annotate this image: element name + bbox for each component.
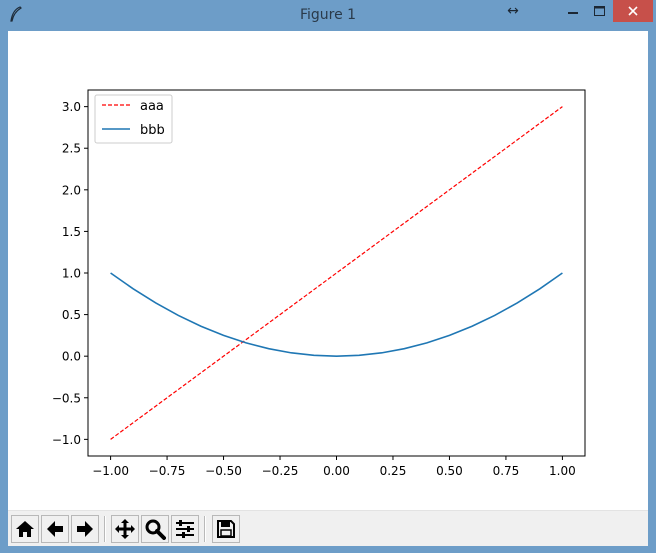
line-chart: −1.0 −0.5 0.0 0.5 1.0 1.5 2.0 2.5 3.0 −1.00 −0.75… xyxy=(52,89,586,478)
y-tick-label: 1.0 xyxy=(62,267,81,281)
x-tick-label: −0.25 xyxy=(262,464,299,478)
resize-icon[interactable]: ↔ xyxy=(498,0,528,22)
y-tick-label: 0.5 xyxy=(62,308,81,322)
y-tick-label: 2.0 xyxy=(62,183,81,197)
sliders-icon xyxy=(176,520,194,538)
magnifier-icon xyxy=(145,519,166,540)
x-tick-label: 0.50 xyxy=(436,464,463,478)
x-tick-label: 0.75 xyxy=(493,464,520,478)
floppy-disk-icon xyxy=(217,520,235,538)
x-tick-label: 0.00 xyxy=(323,464,350,478)
back-button[interactable] xyxy=(41,515,69,543)
y-tick-label: 0.0 xyxy=(62,350,81,364)
series-line-aaa xyxy=(110,106,563,440)
x-tick-label: −0.75 xyxy=(149,464,186,478)
close-button[interactable] xyxy=(613,0,653,22)
series-lines xyxy=(110,106,563,440)
figure-window: Figure 1 ↔ −1.0 −0.5 0.0 0.5 1.0 1.5 2.0 2.5 3.0… xyxy=(0,0,656,553)
y-tick-label: 3.0 xyxy=(62,100,81,114)
maximize-icon xyxy=(594,6,605,16)
maximize-button[interactable] xyxy=(586,0,613,22)
y-tick-label: −1.0 xyxy=(52,433,81,447)
configure-subplots-button[interactable] xyxy=(171,515,199,543)
legend: aaa bbb xyxy=(94,94,173,144)
close-icon xyxy=(628,6,638,16)
navigation-toolbar xyxy=(8,510,648,546)
zoom-button[interactable] xyxy=(141,515,169,543)
x-tick-label: 1.00 xyxy=(549,464,576,478)
x-tick-label: −1.00 xyxy=(92,464,129,478)
legend-label-bbb: bbb xyxy=(140,123,165,138)
arrow-left-icon xyxy=(47,521,63,537)
minimize-button[interactable] xyxy=(559,0,586,22)
title-bar[interactable]: Figure 1 ↔ xyxy=(0,0,656,31)
x-tick-label: −0.50 xyxy=(205,464,242,478)
move-icon xyxy=(115,519,135,539)
arrow-right-icon xyxy=(77,521,93,537)
save-button[interactable] xyxy=(212,515,240,543)
x-tick-label: 0.25 xyxy=(380,464,407,478)
series-line-bbb xyxy=(110,272,563,357)
minimize-icon xyxy=(567,12,578,14)
y-tick-label: −0.5 xyxy=(52,391,81,405)
y-tick-label: 2.5 xyxy=(62,142,81,156)
forward-button[interactable] xyxy=(71,515,99,543)
home-button[interactable] xyxy=(11,515,39,543)
x-axis-ticks: −1.00 −0.75 −0.50 −0.25 0.00 0.25 0.50 0.75 1.00 xyxy=(92,456,576,478)
pan-button[interactable] xyxy=(111,515,139,543)
axes-frame xyxy=(87,89,586,457)
toolbar-separator-highlight xyxy=(105,516,106,542)
toolbar-separator-highlight xyxy=(205,516,206,542)
y-axis-ticks: −1.0 −0.5 0.0 0.5 1.0 1.5 2.0 2.5 3.0 xyxy=(52,100,88,447)
y-tick-label: 1.5 xyxy=(62,225,81,239)
home-icon xyxy=(16,521,34,537)
window-title: Figure 1 xyxy=(299,7,357,23)
figure-canvas[interactable]: −1.0 −0.5 0.0 0.5 1.0 1.5 2.0 2.5 3.0 −1.00 −0.75… xyxy=(8,31,648,545)
legend-label-aaa: aaa xyxy=(140,99,164,114)
